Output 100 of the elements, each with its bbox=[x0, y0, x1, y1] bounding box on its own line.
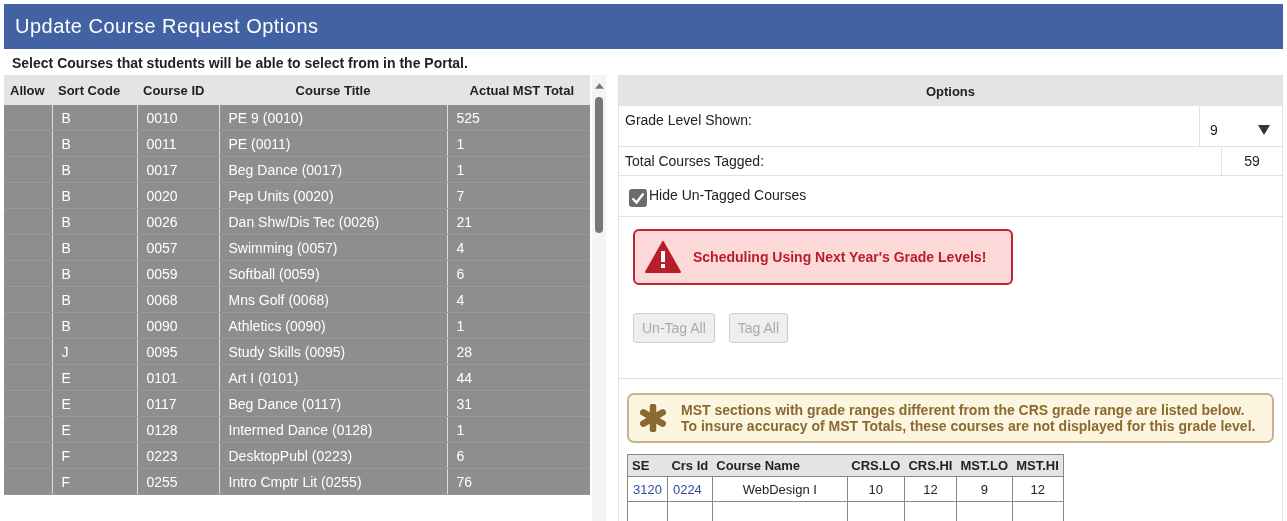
table-cell: 1 bbox=[447, 156, 590, 183]
caret-icon bbox=[1258, 125, 1270, 135]
column-header: Actual MST Total bbox=[447, 75, 590, 105]
table-cell: 1 bbox=[447, 130, 590, 157]
column-header: SE bbox=[627, 454, 668, 477]
table-cell: Softball (0059) bbox=[219, 260, 447, 287]
table-cell bbox=[4, 286, 52, 313]
table-cell: 0095 bbox=[137, 338, 219, 365]
table-cell: 6 bbox=[447, 442, 590, 469]
table-cell: Art I (0101) bbox=[219, 364, 447, 391]
table-cell: B bbox=[52, 312, 137, 339]
table-cell: 12 bbox=[1012, 476, 1064, 502]
checkbox[interactable] bbox=[629, 189, 647, 207]
table-cell: E bbox=[52, 390, 137, 417]
table-cell: 21 bbox=[447, 208, 590, 235]
column-header: Course Title bbox=[219, 75, 447, 105]
table-cell: Pep Units (0020) bbox=[219, 182, 447, 209]
table-cell: 0117 bbox=[137, 390, 219, 417]
scrollbar[interactable] bbox=[592, 75, 606, 521]
table-cell bbox=[4, 234, 52, 261]
table-cell bbox=[4, 105, 52, 131]
table-cell: B bbox=[52, 208, 137, 235]
table-cell: Beg Dance (0117) bbox=[219, 390, 447, 417]
table-cell: 1 bbox=[447, 312, 590, 339]
table-cell: F bbox=[52, 468, 137, 495]
notice-text: To insure accuracy of MST Totals, these courses are not displayed for this grade level. bbox=[681, 418, 1256, 434]
checkbox-label: Hide Un-Tagged Courses bbox=[649, 187, 807, 203]
table-cell: 6 bbox=[447, 260, 590, 287]
options-header: Options bbox=[619, 76, 1282, 106]
table-cell: 4 bbox=[447, 234, 590, 261]
table-cell: 0223 bbox=[137, 442, 219, 469]
column-header: CRS.HI bbox=[904, 454, 957, 477]
table-cell: PE (0011) bbox=[219, 130, 447, 157]
table-cell: 44 bbox=[447, 364, 590, 391]
table-cell: Intro Cmptr Lit (0255) bbox=[219, 468, 447, 495]
asterisk-icon bbox=[639, 404, 667, 432]
table-cell: B bbox=[52, 286, 137, 313]
table-cell: Swimming (0057) bbox=[219, 234, 447, 261]
table-cell: B bbox=[52, 260, 137, 287]
table-cell bbox=[4, 338, 52, 365]
table-cell: E bbox=[52, 364, 137, 391]
warning-text: Scheduling Using Next Year's Grade Levels! bbox=[693, 249, 987, 265]
grade-level-dropdown[interactable]: 9 bbox=[1199, 106, 1282, 146]
table-cell: B bbox=[52, 156, 137, 183]
table-cell: 0010 bbox=[137, 105, 219, 131]
table-cell: 0068 bbox=[137, 286, 219, 313]
table-cell: E bbox=[52, 416, 137, 443]
table-cell: PE 9 (0010) bbox=[219, 105, 447, 131]
table-cell bbox=[4, 442, 52, 469]
column-header: Allow bbox=[4, 75, 52, 105]
window-title: Update Course Request Options bbox=[15, 15, 319, 38]
table-cell: DesktopPubl (0223) bbox=[219, 442, 447, 469]
table-cell: 1 bbox=[447, 416, 590, 443]
notice-text: MST sections with grade ranges different from the CRS grade range are listed below. bbox=[681, 402, 1246, 418]
table-cell bbox=[4, 260, 52, 287]
table-cell: Intermed Dance (0128) bbox=[219, 416, 447, 443]
table-cell: 10 bbox=[847, 476, 905, 502]
table-cell: 0128 bbox=[137, 416, 219, 443]
table-cell bbox=[4, 182, 52, 209]
total-tagged-label: Total Courses Tagged: bbox=[624, 152, 766, 171]
table-cell bbox=[4, 130, 52, 157]
column-header: MST.HI bbox=[1012, 454, 1064, 477]
grade-level-label: Grade Level Shown: bbox=[624, 111, 753, 130]
scroll-up-icon[interactable] bbox=[594, 83, 604, 89]
table-cell bbox=[4, 364, 52, 391]
table-cell: B bbox=[52, 130, 137, 157]
table-cell bbox=[4, 312, 52, 339]
table-cell bbox=[4, 208, 52, 235]
instructions-text: Select Courses that students will be able to select from in the Portal. bbox=[11, 54, 469, 73]
table-cell bbox=[4, 156, 52, 183]
table-cell: 0011 bbox=[137, 130, 219, 157]
table-cell bbox=[4, 390, 52, 417]
table-cell: 9 bbox=[956, 476, 1013, 502]
table-cell bbox=[4, 416, 52, 443]
table-cell: 0090 bbox=[137, 312, 219, 339]
table-cell: 4 bbox=[447, 286, 590, 313]
table-cell: 0020 bbox=[137, 182, 219, 209]
column-header: Sort Code bbox=[52, 75, 137, 105]
warning-icon bbox=[645, 241, 681, 273]
column-header: Course ID bbox=[137, 75, 219, 105]
table-cell: Beg Dance (0017) bbox=[219, 156, 447, 183]
scroll-thumb[interactable] bbox=[595, 97, 603, 233]
table-cell: 0017 bbox=[137, 156, 219, 183]
table-cell: 0026 bbox=[137, 208, 219, 235]
table-cell: F bbox=[52, 442, 137, 469]
table-cell: Mns Golf (0068) bbox=[219, 286, 447, 313]
table-cell: Dan Shw/Dis Tec (0026) bbox=[219, 208, 447, 235]
table-cell: B bbox=[52, 105, 137, 131]
table-cell bbox=[4, 468, 52, 495]
column-header: Course Name bbox=[712, 454, 848, 477]
table-cell: 7 bbox=[447, 182, 590, 209]
table-cell: 28 bbox=[447, 338, 590, 365]
table-cell: J bbox=[52, 338, 137, 365]
table-cell: 12 bbox=[904, 476, 957, 502]
total-tagged-value: 59 bbox=[1221, 147, 1282, 175]
table-cell: B bbox=[52, 234, 137, 261]
table-cell: Study Skills (0095) bbox=[219, 338, 447, 365]
table-cell: 76 bbox=[447, 468, 590, 495]
column-header: Crs Id bbox=[667, 454, 713, 477]
column-header: MST.LO bbox=[956, 454, 1013, 477]
